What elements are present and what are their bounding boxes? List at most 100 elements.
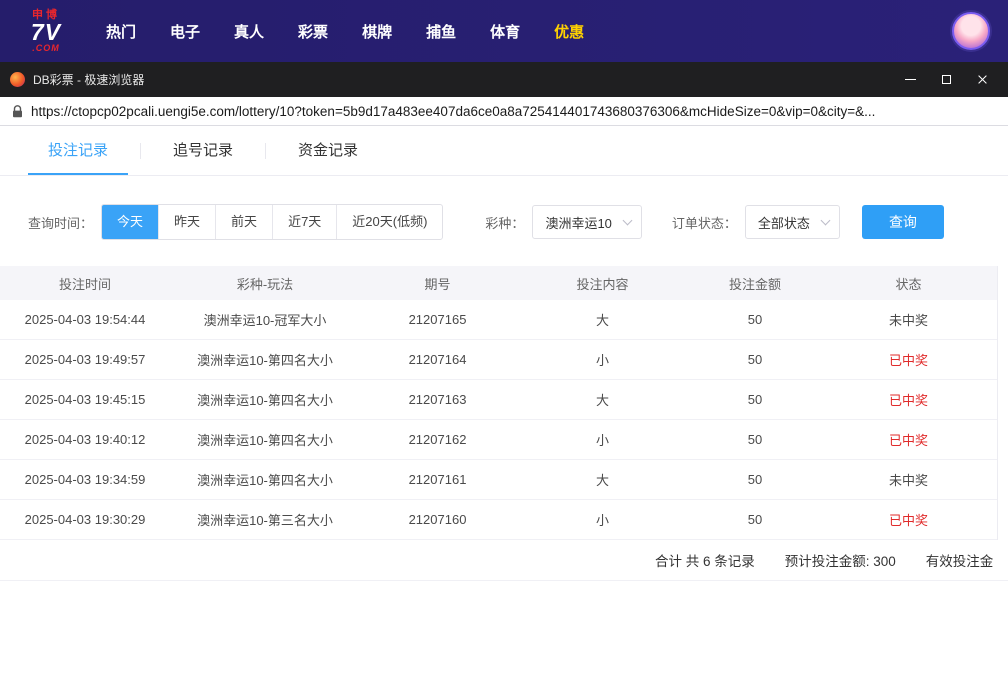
tab-bet-records[interactable]: 投注记录	[28, 126, 128, 175]
cell-content: 小	[515, 430, 690, 449]
status-filter-label: 订单状态：	[672, 213, 737, 232]
lottery-select-value: 澳洲幸运10	[545, 213, 611, 232]
cell-time: 2025-04-03 19:30:29	[0, 512, 170, 527]
nav-item-chess[interactable]: 棋牌	[360, 15, 394, 48]
status-select-value: 全部状态	[758, 213, 810, 232]
close-icon	[977, 74, 988, 85]
table-row: 2025-04-03 19:49:57澳洲幸运10-第四名大小21207164小…	[0, 340, 997, 380]
cell-time: 2025-04-03 19:54:44	[0, 312, 170, 327]
order-status-select[interactable]: 全部状态	[745, 205, 840, 239]
avatar[interactable]	[952, 12, 990, 50]
cell-amount: 50	[690, 472, 820, 487]
cell-content: 小	[515, 510, 690, 529]
nav-item-promos[interactable]: 优惠	[552, 15, 586, 48]
summary-total: 合计 共 6 条记录	[655, 550, 755, 570]
window-controls	[892, 62, 1000, 97]
lock-icon	[12, 105, 23, 118]
cell-game: 澳洲幸运10-第四名大小	[170, 470, 360, 489]
url-text: https://ctopcp02pcali.uengi5e.com/lotter…	[31, 104, 875, 119]
tab-chase-records[interactable]: 追号记录	[153, 126, 253, 175]
table-row: 2025-04-03 19:40:12澳洲幸运10-第四名大小21207162小…	[0, 420, 997, 460]
cell-game: 澳洲幸运10-冠军大小	[170, 310, 360, 329]
cell-game: 澳洲幸运10-第四名大小	[170, 430, 360, 449]
site-logo[interactable]: 申博 7V.COM	[14, 10, 78, 53]
bet-records-table: 投注时间彩种-玩法期号投注内容投注金额状态 2025-04-03 19:54:4…	[0, 266, 1008, 581]
column-header: 投注时间	[0, 274, 170, 293]
table-header-row: 投注时间彩种-玩法期号投注内容投注金额状态	[0, 266, 997, 300]
cell-issue: 21207162	[360, 432, 515, 447]
nav-item-hot[interactable]: 热门	[104, 15, 138, 48]
window-title: DB彩票 - 极速浏览器	[33, 71, 144, 88]
tab-divider	[265, 143, 266, 159]
table-body: 2025-04-03 19:54:44澳洲幸运10-冠军大小21207165大5…	[0, 300, 997, 540]
lottery-filter-label: 彩种：	[485, 213, 524, 232]
query-button[interactable]: 查询	[862, 205, 944, 239]
cell-amount: 50	[690, 312, 820, 327]
table-row: 2025-04-03 19:54:44澳洲幸运10-冠军大小21207165大5…	[0, 300, 997, 340]
tab-bar: 投注记录追号记录资金记录	[0, 126, 1008, 176]
cell-status: 已中奖	[820, 390, 997, 409]
time-filter-label: 查询时间：	[28, 213, 93, 232]
cell-time: 2025-04-03 19:49:57	[0, 352, 170, 367]
tab-divider	[140, 143, 141, 159]
close-button[interactable]	[964, 62, 1000, 97]
column-header: 投注内容	[515, 274, 690, 293]
filter-bar: 查询时间： 今天昨天前天近7天近20天(低频) 彩种： 澳洲幸运10 订单状态：…	[0, 204, 1008, 240]
nav-item-lottery[interactable]: 彩票	[296, 15, 330, 48]
address-bar[interactable]: https://ctopcp02pcali.uengi5e.com/lotter…	[0, 97, 1008, 126]
lottery-select[interactable]: 澳洲幸运10	[532, 205, 641, 239]
summary-valid-amount: 有效投注金	[926, 550, 994, 570]
table-row: 2025-04-03 19:30:29澳洲幸运10-第三名大小21207160小…	[0, 500, 997, 540]
summary-row: 合计 共 6 条记录 预计投注金额: 300 有效投注金	[0, 540, 1008, 581]
nav-item-sports[interactable]: 体育	[488, 15, 522, 48]
tab-fund-records[interactable]: 资金记录	[278, 126, 378, 175]
cell-status: 未中奖	[820, 310, 997, 329]
browser-favicon-icon	[10, 72, 25, 87]
column-header: 投注金额	[690, 274, 820, 293]
cell-content: 大	[515, 390, 690, 409]
chevron-down-icon	[622, 216, 632, 226]
time-option-today[interactable]: 今天	[102, 205, 158, 239]
cell-issue: 21207163	[360, 392, 515, 407]
nav-item-fishing[interactable]: 捕鱼	[424, 15, 458, 48]
column-header: 状态	[820, 274, 997, 293]
cell-game: 澳洲幸运10-第四名大小	[170, 390, 360, 409]
cell-time: 2025-04-03 19:40:12	[0, 432, 170, 447]
time-option-last-20-days[interactable]: 近20天(低频)	[336, 205, 442, 239]
logo-brand-main: 7V.COM	[14, 21, 78, 53]
minimize-icon	[905, 79, 916, 80]
column-header: 期号	[360, 274, 515, 293]
cell-status: 已中奖	[820, 350, 997, 369]
cell-game: 澳洲幸运10-第三名大小	[170, 510, 360, 529]
column-header: 彩种-玩法	[170, 274, 360, 293]
cell-status: 已中奖	[820, 510, 997, 529]
nav-item-slots[interactable]: 电子	[168, 15, 202, 48]
cell-game: 澳洲幸运10-第四名大小	[170, 350, 360, 369]
cell-amount: 50	[690, 392, 820, 407]
nav-items: 热门电子真人彩票棋牌捕鱼体育优惠	[104, 15, 586, 48]
site-nav: 申博 7V.COM 热门电子真人彩票棋牌捕鱼体育优惠	[0, 0, 1008, 62]
cell-time: 2025-04-03 19:45:15	[0, 392, 170, 407]
cell-issue: 21207160	[360, 512, 515, 527]
cell-status: 已中奖	[820, 430, 997, 449]
cell-issue: 21207161	[360, 472, 515, 487]
time-option-yesterday[interactable]: 昨天	[158, 205, 215, 239]
minimize-button[interactable]	[892, 62, 928, 97]
cell-amount: 50	[690, 352, 820, 367]
table-row: 2025-04-03 19:45:15澳洲幸运10-第四名大小21207163大…	[0, 380, 997, 420]
time-filter-group: 今天昨天前天近7天近20天(低频)	[101, 204, 443, 240]
time-option-day-before[interactable]: 前天	[215, 205, 272, 239]
cell-time: 2025-04-03 19:34:59	[0, 472, 170, 487]
table-row: 2025-04-03 19:34:59澳洲幸运10-第四名大小21207161大…	[0, 460, 997, 500]
cell-amount: 50	[690, 432, 820, 447]
summary-expected-amount: 预计投注金额: 300	[785, 550, 896, 570]
nav-item-live[interactable]: 真人	[232, 15, 266, 48]
cell-issue: 21207165	[360, 312, 515, 327]
cell-content: 大	[515, 470, 690, 489]
chevron-down-icon	[820, 216, 830, 226]
cell-status: 未中奖	[820, 470, 997, 489]
maximize-icon	[942, 75, 951, 84]
cell-issue: 21207164	[360, 352, 515, 367]
time-option-last-7-days[interactable]: 近7天	[272, 205, 336, 239]
maximize-button[interactable]	[928, 62, 964, 97]
